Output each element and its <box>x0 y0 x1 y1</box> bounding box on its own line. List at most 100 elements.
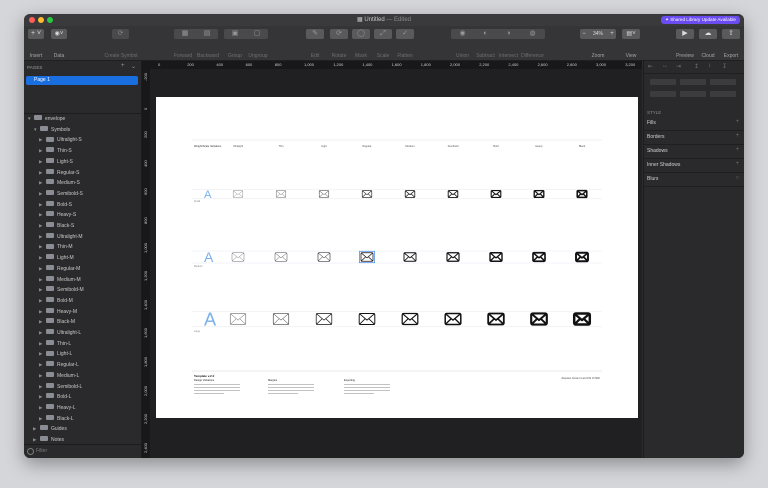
envelope-icon[interactable] <box>233 190 243 198</box>
envelope-icon[interactable] <box>532 251 546 263</box>
layer-item[interactable]: ▶ Regular-M <box>39 264 80 274</box>
layer-item[interactable]: ▶ Bold-S <box>39 200 72 210</box>
layer-item[interactable]: ▶ Medium-M <box>39 275 81 285</box>
layer-item[interactable]: ▶ Thin-M <box>39 242 73 252</box>
envelope-icon[interactable] <box>404 190 416 198</box>
layer-item[interactable]: ▶ Bold-M <box>39 296 73 306</box>
envelope-icon[interactable] <box>403 252 417 262</box>
envelope-icon[interactable] <box>315 313 333 325</box>
disclosure-open-icon[interactable]: ▼ <box>27 114 34 124</box>
add-blur-icon[interactable]: ○ <box>735 175 739 181</box>
layer-item[interactable]: ▼ Symbols <box>33 125 70 135</box>
disclosure-closed-icon[interactable]: ▶ <box>39 360 46 370</box>
layer-item[interactable]: ▶ Black-S <box>39 221 74 231</box>
artboard[interactable]: Weight/Scale Variations Ultralight Thin Lig… <box>156 97 638 418</box>
rotation-field[interactable] <box>710 79 736 85</box>
layer-item[interactable]: ▶ Ultralight-S <box>39 135 82 145</box>
disclosure-closed-icon[interactable]: ▶ <box>39 414 46 424</box>
flip-controls[interactable] <box>710 91 736 97</box>
disclosure-closed-icon[interactable]: ▶ <box>39 242 46 252</box>
layer-item[interactable]: ▶ Thin-L <box>39 339 71 349</box>
shadows-section[interactable]: Shadows + <box>644 145 744 159</box>
layer-item[interactable]: ▼ envelope <box>27 114 65 124</box>
disclosure-closed-icon[interactable]: ▶ <box>39 157 46 167</box>
layer-item[interactable]: ▶ Heavy-M <box>39 307 77 317</box>
collapse-pages-icon[interactable]: ⌄ <box>131 63 136 70</box>
disclosure-closed-icon[interactable]: ▶ <box>39 146 46 156</box>
x-field[interactable] <box>650 79 676 85</box>
envelope-icon[interactable] <box>358 312 376 326</box>
layer-item[interactable]: ▶ Ultralight-M <box>39 232 83 242</box>
canvas[interactable]: 0 200 400 600 800 1,000 1,200 1,400 1,600 1,800 2,… <box>142 61 642 458</box>
layer-item[interactable]: ▶ Thin-S <box>39 146 72 156</box>
envelope-icon[interactable] <box>317 252 331 262</box>
envelope-icon[interactable] <box>576 189 588 199</box>
disclosure-closed-icon[interactable]: ▶ <box>39 253 46 263</box>
blurs-section[interactable]: Blurs ○ <box>644 173 744 187</box>
layer-item[interactable]: ▶ Black-L <box>39 414 74 424</box>
layer-item[interactable]: ▶ Black-M <box>39 317 75 327</box>
width-field[interactable] <box>650 91 676 97</box>
align-center-icon[interactable]: ↔ <box>662 63 668 69</box>
envelope-icon[interactable] <box>318 190 330 198</box>
envelope-icon[interactable] <box>490 190 502 198</box>
align-bottom-icon[interactable]: ↧ <box>722 63 727 70</box>
layer-item[interactable]: ▶ Light-M <box>39 253 74 263</box>
envelope-icon[interactable] <box>530 312 548 326</box>
add-fill-icon[interactable]: + <box>735 119 739 125</box>
disclosure-closed-icon[interactable]: ▶ <box>39 339 46 349</box>
envelope-icon[interactable] <box>575 251 589 263</box>
disclosure-closed-icon[interactable]: ▶ <box>39 178 46 188</box>
fills-section[interactable]: Fills + <box>644 117 744 131</box>
height-field[interactable] <box>680 91 706 97</box>
zoom-in-icon[interactable]: + <box>608 29 616 39</box>
disclosure-closed-icon[interactable]: ▶ <box>39 135 46 145</box>
disclosure-closed-icon[interactable]: ▶ <box>39 328 46 338</box>
disclosure-closed-icon[interactable]: ▶ <box>39 200 46 210</box>
envelope-icon[interactable] <box>533 189 545 199</box>
layer-item[interactable]: ▶ Ultralight-L <box>39 328 81 338</box>
envelope-icon[interactable] <box>274 252 288 262</box>
add-shadow-icon[interactable]: + <box>735 147 739 153</box>
envelope-icon[interactable] <box>444 312 462 326</box>
disclosure-closed-icon[interactable]: ▶ <box>39 189 46 199</box>
envelope-icon[interactable] <box>401 312 419 326</box>
inner-shadows-section[interactable]: Inner Shadows + <box>644 159 744 173</box>
disclosure-closed-icon[interactable]: ▶ <box>39 275 46 285</box>
envelope-icon[interactable] <box>231 252 245 262</box>
page-item[interactable]: Page 1 <box>26 76 138 85</box>
layer-item[interactable]: ▶ Semibold-M <box>39 285 84 295</box>
disclosure-closed-icon[interactable]: ▶ <box>39 371 46 381</box>
layer-item[interactable]: ▶ Regular-L <box>39 360 79 370</box>
layer-item[interactable]: ▶ Medium-S <box>39 178 80 188</box>
borders-section[interactable]: Borders + <box>644 131 744 145</box>
envelope-icon[interactable] <box>276 190 286 198</box>
disclosure-closed-icon[interactable]: ▶ <box>39 349 46 359</box>
disclosure-open-icon[interactable]: ▼ <box>33 125 40 135</box>
add-border-icon[interactable]: + <box>735 133 739 139</box>
disclosure-closed-icon[interactable]: ▶ <box>39 403 46 413</box>
filter-input[interactable]: Filter <box>36 448 47 454</box>
align-left-icon[interactable]: ⇤ <box>648 63 653 70</box>
disclosure-closed-icon[interactable]: ▶ <box>39 392 46 402</box>
envelope-icon[interactable] <box>361 190 373 198</box>
envelope-icon[interactable] <box>447 190 459 198</box>
envelope-icon[interactable] <box>489 252 503 262</box>
y-field[interactable] <box>680 79 706 85</box>
layer-item[interactable]: ▶ Regular-S <box>39 168 80 178</box>
layer-item[interactable]: ▶ Light-S <box>39 157 73 167</box>
align-top-icon[interactable]: ↥ <box>694 63 699 70</box>
add-inner-shadow-icon[interactable]: + <box>735 161 739 167</box>
add-page-icon[interactable]: + <box>121 63 125 69</box>
disclosure-closed-icon[interactable]: ▶ <box>39 232 46 242</box>
envelope-icon[interactable] <box>487 312 505 326</box>
envelope-icon[interactable] <box>272 313 290 325</box>
layer-item[interactable]: ▶ Semibold-S <box>39 189 83 199</box>
envelope-icon[interactable] <box>446 252 460 262</box>
disclosure-closed-icon[interactable]: ▶ <box>33 424 40 434</box>
disclosure-closed-icon[interactable]: ▶ <box>39 221 46 231</box>
disclosure-closed-icon[interactable]: ▶ <box>39 307 46 317</box>
layer-item[interactable]: ▶ Light-L <box>39 349 72 359</box>
layer-item[interactable]: ▶ Medium-L <box>39 371 79 381</box>
layer-item[interactable]: ▶ Semibold-L <box>39 382 82 392</box>
